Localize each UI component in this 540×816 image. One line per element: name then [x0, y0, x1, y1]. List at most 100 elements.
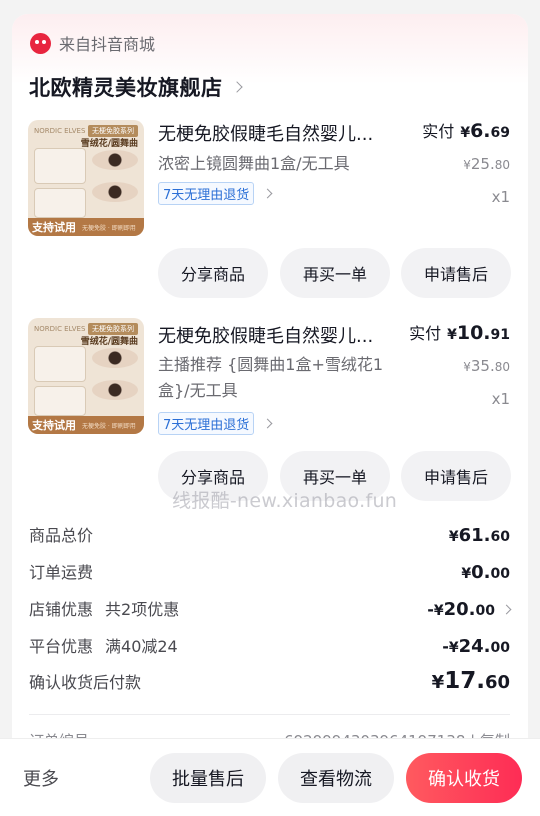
price-decimal: 80 [494, 158, 510, 172]
summary-row-store-discount[interactable]: 店铺优惠 共2项优惠 - ¥20. 00 [29, 596, 512, 620]
summary-amount: - ¥24. 00 [442, 636, 510, 657]
summary-row-platform-discount: 平台优惠 满40减24 - ¥24. 00 [29, 633, 510, 657]
trial-note: 无梗免胶 · 即刷即用 [82, 422, 136, 430]
currency-symbol: ¥ [463, 158, 471, 172]
product-thumbnail[interactable]: NORDIC ELVES 北欧精灵 无梗免胶系列 雪绒花/圆舞曲 支持试用 无梗… [28, 318, 144, 434]
summary-label: 商品总价 [29, 526, 94, 545]
amount-integer: 20. [443, 599, 476, 620]
amount-integer: 0. [471, 562, 491, 583]
eye-image [92, 150, 138, 170]
summary-row-total: 商品总价 ¥61. 60 [29, 522, 510, 546]
chevron-right-icon [262, 188, 273, 199]
price-integer: 10. [456, 322, 491, 344]
trial-label: 支持试用 [32, 221, 76, 234]
currency-symbol: ¥ [460, 125, 471, 141]
return-badge: 7天无理由退货 [158, 182, 255, 205]
return-policy-link[interactable]: 7天无理由退货 [158, 412, 273, 435]
summary-row-pay-after-receipt: 确认收货后付款 ¥17. 60 [29, 668, 510, 694]
store-link[interactable]: 北欧精灵美妆旗舰店 [29, 72, 243, 102]
buy-again-button[interactable]: 再买一单 [280, 248, 390, 298]
douyin-mall-logo-icon [30, 32, 51, 54]
return-policy-link[interactable]: 7天无理由退货 [158, 182, 273, 205]
amount-integer: 17. [444, 668, 485, 694]
divider [29, 714, 510, 715]
apply-after-sale-button[interactable]: 申请售后 [401, 451, 511, 501]
paid-price: 实付 ¥ 6. 69 [422, 118, 510, 142]
quantity: x1 [491, 390, 510, 408]
currency-symbol: ¥ [463, 360, 471, 374]
product-title[interactable]: 无梗免胶假睫毛自然婴儿... [158, 120, 403, 146]
currency-symbol: ¥ [448, 640, 459, 656]
lash-tray [34, 148, 86, 184]
amount-integer: 61. [458, 525, 491, 546]
currency-symbol: ¥ [448, 529, 459, 545]
paid-label: 实付 [409, 324, 442, 343]
trial-banner: 支持试用 无梗免胶 · 即刷即用 [28, 416, 144, 434]
eye-image [92, 348, 138, 368]
thumb-styles: 雪绒花/圆舞曲 [80, 337, 138, 347]
original-price: ¥25.80 [463, 154, 510, 173]
summary-amount: ¥0. 00 [461, 562, 510, 583]
trial-banner: 支持试用 无梗免胶 · 即刷即用 [28, 218, 144, 236]
product-spec: 浓密上镜圆舞曲1盒/无工具 [158, 154, 350, 173]
price-integer: 6. [470, 120, 491, 142]
currency-symbol: ¥ [447, 327, 457, 343]
lash-tray [34, 346, 86, 382]
summary-amount: ¥17. 60 [432, 668, 510, 694]
amount-decimal: 60 [484, 672, 510, 693]
price-integer: 35. [470, 357, 495, 375]
product-title[interactable]: 无梗免胶假睫毛自然婴儿... [158, 322, 403, 348]
eye-image [92, 380, 138, 400]
product-thumbnail[interactable]: NORDIC ELVES 北欧精灵 无梗免胶系列 雪绒花/圆舞曲 支持试用 无梗… [28, 120, 144, 236]
sign: - [442, 637, 449, 656]
quantity: x1 [491, 188, 510, 206]
label-text: 店铺优惠 [29, 600, 94, 619]
original-price: ¥35.80 [463, 356, 510, 375]
summary-label: 平台优惠 满40减24 [29, 633, 178, 657]
bottom-action-bar: 更多 批量售后 查看物流 确认收货 [0, 738, 540, 816]
discount-rule: 满40减24 [105, 637, 178, 656]
summary-label: 确认收货后付款 [29, 673, 142, 692]
trial-label: 支持试用 [32, 419, 76, 432]
summary-amount: ¥61. 60 [449, 525, 510, 546]
more-button[interactable]: 更多 [23, 765, 59, 791]
product-spec: 主播推荐 {圆舞曲1盒+雪绒花1盒}/无工具 [158, 355, 384, 400]
batch-after-sale-button[interactable]: 批量售后 [150, 753, 266, 803]
lash-tray [34, 188, 86, 218]
chevron-right-icon [501, 604, 512, 615]
amount-decimal: 00 [490, 640, 510, 656]
price-decimal: 80 [494, 360, 510, 374]
amount-integer: 24. [458, 636, 491, 657]
price-integer: 25. [470, 155, 495, 173]
amount-decimal: 60 [490, 529, 510, 545]
share-product-button[interactable]: 分享商品 [158, 248, 268, 298]
discount-count: 共2项优惠 [105, 600, 180, 619]
price-decimal: 91 [490, 327, 510, 343]
sign: - [427, 600, 434, 619]
view-logistics-button[interactable]: 查看物流 [278, 753, 394, 803]
watermark: 线报酷-new.xianbao.fun [172, 490, 398, 512]
summary-row-shipping: 订单运费 ¥0. 00 [29, 559, 510, 583]
currency-symbol: ¥ [433, 603, 444, 619]
label-text: 平台优惠 [29, 637, 94, 656]
paid-price: 实付 ¥ 10. 91 [409, 320, 510, 344]
return-badge: 7天无理由退货 [158, 412, 255, 435]
summary-label: 店铺优惠 共2项优惠 [29, 596, 179, 620]
order-card: 来自抖音商城 北欧精灵美妆旗舰店 NORDIC ELVES 北欧精灵 无梗免胶系… [12, 14, 528, 774]
amount-decimal: 00 [475, 603, 495, 619]
chevron-right-icon [230, 81, 243, 93]
currency-symbol: ¥ [461, 566, 472, 582]
eye-image [92, 182, 138, 202]
source-label: 来自抖音商城 [59, 35, 156, 54]
summary-amount: - ¥20. 00 [427, 599, 512, 620]
amount-decimal: 00 [490, 566, 510, 582]
summary-label: 订单运费 [29, 563, 94, 582]
lash-tray [34, 386, 86, 416]
thumb-styles: 雪绒花/圆舞曲 [80, 139, 138, 149]
trial-note: 无梗免胶 · 即刷即用 [82, 224, 136, 232]
store-name: 北欧精灵美妆旗舰店 [29, 76, 223, 100]
apply-after-sale-button[interactable]: 申请售后 [401, 248, 511, 298]
confirm-receipt-button[interactable]: 确认收货 [406, 753, 522, 803]
currency-symbol: ¥ [431, 672, 445, 693]
price-decimal: 69 [490, 125, 510, 141]
